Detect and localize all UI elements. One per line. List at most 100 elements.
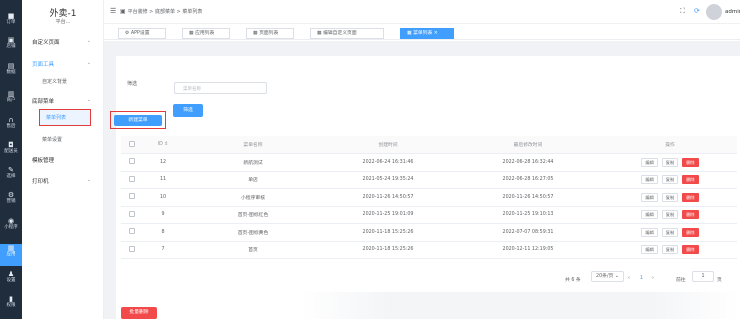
rail-item-2[interactable]: ▤ 数据 <box>0 62 22 84</box>
row-created: 2020-11-18 15:25:26 <box>323 223 453 242</box>
row-modified: 2022-07-07 08:59:31 <box>453 223 603 242</box>
rail-item-9[interactable]: ▦ 应用 <box>0 244 22 266</box>
sidebar-item-1[interactable]: 页面工具 <box>32 60 54 68</box>
table-row: 12 新航测试 2022-06-24 16:31:46 2022-06-28 16:3… <box>121 153 737 172</box>
rail-item-5[interactable]: ◘ 配送员 <box>0 141 22 163</box>
tab-app-list[interactable]: ▦ 应用列表 <box>182 28 230 39</box>
rail-item-0[interactable]: ■ 订单 <box>0 12 22 34</box>
row-created: 2020-11-18 15:25:26 <box>323 241 453 259</box>
edit-button[interactable]: 编辑 <box>641 192 658 202</box>
table-row: 10 小程序审核 2020-11-26 14:50:57 2020-11-26 14:… <box>121 188 737 207</box>
row-modified: 2020-11-25 19:10:13 <box>453 206 603 224</box>
row-id: 7 <box>143 241 183 259</box>
row-checkbox[interactable] <box>121 206 143 224</box>
breadcrumb: ▣ 平台装修 > 底部菜单 > 菜单列表 <box>120 8 202 15</box>
rail-item-6[interactable]: ✎ 选择 <box>0 166 22 188</box>
copy-button[interactable]: 复制 <box>661 157 679 167</box>
sidebar-item-6[interactable]: 模板管理 <box>32 156 54 164</box>
rail-item-10[interactable]: ♟ 设置 <box>0 270 22 292</box>
sidebar-item-0[interactable]: 自定义页面 <box>32 38 60 46</box>
fullscreen-icon[interactable]: ⛶ <box>680 7 685 16</box>
delete-button[interactable]: 删除 <box>682 192 699 202</box>
sort-icon[interactable]: ⇕ <box>164 142 168 147</box>
row-modified: 2022-06-28 16:32:44 <box>453 153 603 172</box>
next-page-icon[interactable]: › <box>652 276 654 281</box>
filter-button[interactable]: 筛选 <box>173 104 203 117</box>
col-name: 菜单名称 <box>183 136 323 154</box>
edit-button[interactable]: 编辑 <box>641 245 658 255</box>
close-icon[interactable]: × <box>434 31 438 36</box>
rail-label: 应用 <box>6 252 16 257</box>
sidebar-item-menu-list-highlight[interactable]: 菜单列表 <box>39 109 91 126</box>
sidebar-item-7[interactable]: 打印机 <box>32 177 49 185</box>
sidebar-item-5[interactable]: 菜单设置 <box>42 136 62 143</box>
page-size-select[interactable]: 20条/页 ⌄ <box>591 271 624 282</box>
row-actions: 编辑 复制 删除 <box>603 188 737 207</box>
edit-button[interactable]: 编辑 <box>641 227 658 237</box>
rail-label: 订单 <box>6 20 16 25</box>
goto-page-input[interactable]: 1 <box>692 271 714 282</box>
delete-button[interactable]: 删除 <box>682 245 699 255</box>
copy-button[interactable]: 复制 <box>661 192 679 202</box>
edit-button[interactable]: 编辑 <box>641 157 658 167</box>
collapse-menu-icon[interactable]: ☰ <box>110 7 116 15</box>
copy-button[interactable]: 复制 <box>661 210 679 220</box>
delete-button[interactable]: 删除 <box>682 175 699 185</box>
row-id: 11 <box>143 171 183 189</box>
chevron-down-icon: ⌄ <box>86 38 91 44</box>
refresh-icon[interactable]: ⟳ <box>694 7 700 15</box>
select-all-checkbox[interactable] <box>121 136 143 154</box>
delete-button[interactable]: 删除 <box>682 157 699 167</box>
sidebar-item-3[interactable]: 底部菜单 <box>32 97 54 105</box>
tab-label: 菜单列表 <box>413 31 433 36</box>
username[interactable]: admin <box>725 9 740 15</box>
sidebar-item-2[interactable]: 自定义背景 <box>42 78 67 85</box>
tab-menu-list[interactable]: ▦ 菜单列表 × <box>400 28 454 39</box>
row-checkbox[interactable] <box>121 223 143 242</box>
delete-button[interactable]: 删除 <box>682 210 699 220</box>
page-tabs: ⚙ APP设置 ▦ 应用列表 ▦ 页面列表 ▦ 编辑自定义页面 ▦ 菜单列表 × <box>104 26 740 40</box>
row-checkbox[interactable] <box>121 171 143 189</box>
row-checkbox[interactable] <box>121 241 143 259</box>
rail-icon: ▦ <box>7 244 15 252</box>
chevron-down-icon: ⌄ <box>86 60 91 66</box>
rail-icon: ▤ <box>7 62 15 70</box>
row-actions: 编辑 复制 删除 <box>603 206 737 224</box>
rail-item-8[interactable]: ◉ 小程序 <box>0 217 22 239</box>
row-actions: 编辑 复制 删除 <box>603 223 737 242</box>
copy-button[interactable]: 复制 <box>661 245 679 255</box>
row-checkbox[interactable] <box>121 188 143 207</box>
pagination-total: 共 6 条 <box>565 278 581 283</box>
delete-button[interactable]: 删除 <box>682 227 699 237</box>
col-id[interactable]: ID ⇕ <box>143 136 183 154</box>
menu-name-search-input[interactable]: 菜单名称 <box>174 82 267 94</box>
prev-page-icon[interactable]: ‹ <box>628 276 630 281</box>
copy-button[interactable]: 复制 <box>661 227 679 237</box>
table-row: 8 首页-图标黄色 2020-11-18 15:25:26 2022-07-07 08… <box>121 223 737 242</box>
tab-app-settings[interactable]: ⚙ APP设置 <box>118 28 166 39</box>
edit-button[interactable]: 编辑 <box>641 175 658 185</box>
tab-edit-custom-page[interactable]: ▦ 编辑自定义页面 <box>310 28 384 39</box>
current-page[interactable]: 1 <box>640 276 643 281</box>
col-modified: 最后修改时间 <box>453 136 603 154</box>
main-content: 筛选 菜单名称 筛选 新建菜单 ID ⇕ 菜单名称 创建时间 最后修改时间 操作… <box>104 41 740 319</box>
tab-page-list[interactable]: ▦ 页面列表 <box>246 28 294 39</box>
copy-button[interactable]: 复制 <box>661 175 679 185</box>
rail-item-7[interactable]: ⚙ 营销 <box>0 191 22 213</box>
rail-item-11[interactable]: ▮ 权限 <box>0 295 22 317</box>
batch-delete-button[interactable]: 批量删除 <box>121 307 157 319</box>
rail-item-1[interactable]: ▣ 店铺 <box>0 36 22 58</box>
rail-item-3[interactable]: ▥ 商户 <box>0 90 22 112</box>
goto-label: 前往 <box>676 278 686 283</box>
row-name: 首页-图标黄色 <box>183 223 323 242</box>
rail-item-4[interactable]: ∩ 售后 <box>0 116 22 138</box>
row-created: 2021-05-24 19:35:24 <box>323 171 453 189</box>
edit-button[interactable]: 编辑 <box>641 210 658 220</box>
new-menu-button[interactable]: 新建菜单 <box>114 115 162 126</box>
rail-icon: ▣ <box>7 36 15 44</box>
row-checkbox[interactable] <box>121 153 143 172</box>
row-modified: 2022-06-28 16:27:05 <box>453 171 603 189</box>
home-icon: ▣ <box>120 8 128 15</box>
rail-label: 小程序 <box>4 225 18 230</box>
avatar[interactable] <box>706 4 722 20</box>
